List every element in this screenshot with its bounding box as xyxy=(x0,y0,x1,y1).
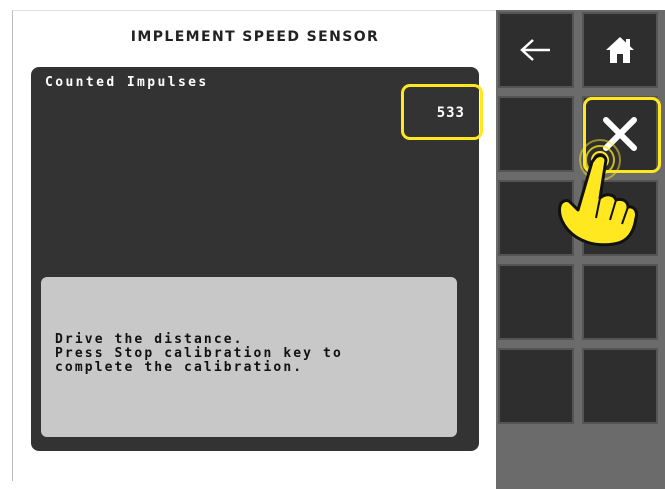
softkey-empty-7[interactable] xyxy=(582,348,658,424)
counted-impulses-label: Counted Impulses xyxy=(45,75,209,90)
back-button[interactable] xyxy=(498,12,574,88)
softkey-empty-4[interactable] xyxy=(498,264,574,340)
main-panel: IMPLEMENT SPEED SENSOR Counted Impulses … xyxy=(12,10,497,481)
message-line: complete the calibration. xyxy=(55,360,304,375)
message-line: Press Stop calibration key to xyxy=(55,346,343,361)
home-icon xyxy=(604,35,636,65)
message-line: Drive the distance. xyxy=(55,332,244,347)
arrow-left-icon xyxy=(519,38,553,62)
instruction-message-box: Drive the distance. Press Stop calibrati… xyxy=(41,277,457,437)
home-button[interactable] xyxy=(582,12,658,88)
terminal-screen: IMPLEMENT SPEED SENSOR Counted Impulses … xyxy=(0,0,665,489)
softkey-empty-6[interactable] xyxy=(498,348,574,424)
softkey-empty-5[interactable] xyxy=(582,264,658,340)
page-title: IMPLEMENT SPEED SENSOR xyxy=(130,29,380,45)
value-highlight xyxy=(401,84,483,140)
tap-gesture-hand-icon xyxy=(548,138,638,248)
